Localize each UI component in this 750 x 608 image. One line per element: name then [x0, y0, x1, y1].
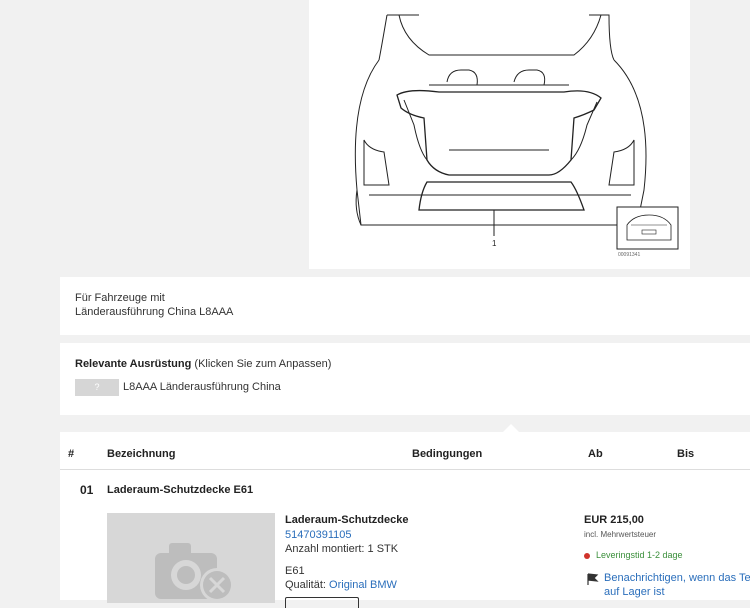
relevant-equipment: Relevante Ausrüstung (Klicken Sie zum An… — [60, 343, 750, 415]
vehicle-thumbnail-icon — [616, 206, 679, 250]
flag-icon[interactable] — [586, 572, 600, 586]
part-model: E61 — [285, 565, 305, 577]
equipment-heading-row: Relevante Ausrüstung (Klicken Sie zum An… — [75, 357, 331, 371]
delivery-text: Leveringstid 1-2 dage — [596, 550, 683, 560]
part-number-link[interactable]: 51470391105 — [285, 528, 351, 542]
col-num: # — [68, 448, 75, 460]
vat-note: incl. Mehrwertsteuer — [584, 530, 657, 539]
col-name: Bezeichnung — [107, 448, 176, 460]
col-conditions: Bedingungen — [412, 448, 483, 460]
quality-link[interactable]: Original BMW — [329, 579, 397, 591]
add-to-cart-button[interactable] — [285, 597, 359, 608]
parts-table: # Bezeichnung Bedingungen Ab Bis 01 Lade… — [60, 424, 750, 608]
notify-link-line2[interactable]: auf Lager ist — [604, 585, 665, 599]
vehicle-note-line1: Für Fahrzeuge mit — [75, 292, 165, 304]
equipment-heading: Relevante Ausrüstung — [75, 358, 192, 370]
notify-link-line1[interactable]: Benachrichtigen, wenn das Teil — [604, 571, 750, 585]
diagram-callout: 1 — [492, 239, 497, 248]
col-to: Bis — [677, 448, 695, 460]
status-dot-icon — [584, 552, 590, 559]
vehicle-applicability: Für Fahrzeuge mit Länderausführung China… — [60, 277, 750, 335]
equipment-item[interactable]: L8AAA Länderausführung China — [123, 380, 281, 394]
delivery-status: Leveringstid 1-2 dage — [584, 548, 683, 562]
row-number: 01 — [80, 483, 94, 497]
part-detail-title: Laderaum-Schutzdecke — [285, 514, 409, 526]
header-divider — [60, 469, 750, 470]
panel-pointer — [503, 424, 519, 432]
part-quantity: Anzahl montiert: 1 STK — [285, 543, 399, 555]
vehicle-note-line2: Länderausführung China L8AAA — [75, 306, 234, 318]
quality-label: Qualität: — [285, 579, 330, 591]
equipment-toggle-chip[interactable]: ? — [75, 379, 119, 396]
price: EUR 215,00 — [584, 514, 644, 526]
col-from: Ab — [588, 448, 603, 460]
part-image-placeholder — [107, 513, 275, 603]
part-quality: Qualität: Original BMW — [285, 578, 397, 592]
parts-diagram: 1 00091341 — [309, 0, 690, 269]
diagram-code: 00091341 — [618, 252, 640, 258]
row-title[interactable]: Laderaum-Schutzdecke E61 — [107, 483, 253, 497]
trunk-diagram-drawing: 1 00091341 — [354, 14, 679, 258]
equipment-hint[interactable]: (Klicken Sie zum Anpassen) — [194, 358, 331, 370]
no-image-camera-icon — [155, 543, 234, 602]
